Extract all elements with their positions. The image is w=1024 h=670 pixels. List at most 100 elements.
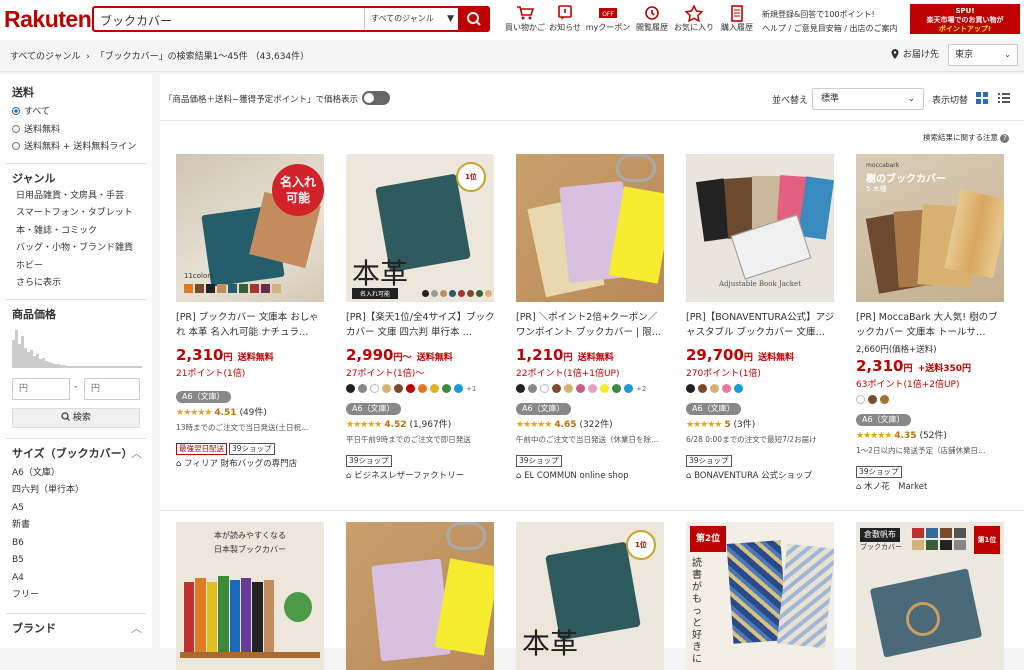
header-coupon[interactable]: OFF myクーポン xyxy=(585,4,631,33)
sort-select[interactable]: 標準 ⌄ xyxy=(812,88,924,110)
size-item[interactable]: B6 xyxy=(0,535,152,553)
size-item[interactable]: 四六判（単行本） xyxy=(0,482,152,500)
color-dot[interactable] xyxy=(576,384,585,393)
genre-item[interactable]: ホビー xyxy=(0,258,152,276)
color-dot[interactable] xyxy=(418,384,427,393)
size-pill[interactable]: A6（文庫） xyxy=(346,403,401,415)
header-history[interactable]: 閲覧履歴 xyxy=(629,4,675,33)
product-image[interactable]: 1位 本革 名入れ可能 xyxy=(346,154,494,302)
color-dot[interactable] xyxy=(710,384,719,393)
product-rating[interactable]: ★★★★★ 5 (3件) xyxy=(686,418,836,433)
color-dot[interactable] xyxy=(600,384,609,393)
color-dot[interactable] xyxy=(722,384,731,393)
color-dot[interactable] xyxy=(406,384,415,393)
color-dot[interactable] xyxy=(734,384,743,393)
shop-link[interactable]: ⌂ EL COMMUN online shop xyxy=(516,469,666,483)
product-title[interactable]: [PR]【楽天1位/全4サイズ】ブックカバー 文庫 四六判 単行本 … xyxy=(346,310,496,342)
product-image[interactable]: 名入れ 可能 11colors xyxy=(176,154,324,302)
product-title[interactable]: [PR] MoccaBark 大人気! 樹のブックカバー 文庫本 トールサ… xyxy=(856,310,1006,342)
genre-item[interactable]: バッグ・小物・ブランド雑貨 xyxy=(0,240,152,258)
header-favorite[interactable]: お気に入り xyxy=(671,4,717,33)
color-dot[interactable] xyxy=(528,384,537,393)
genre-item[interactable]: スマートフォン・タブレット xyxy=(0,205,152,223)
radio-selected[interactable] xyxy=(12,107,20,115)
product-title[interactable]: [PR] ブックカバー 文庫本 おしゃれ 本革 名入れ可能 ナチュラ… xyxy=(176,310,326,342)
shop-link[interactable]: ⌂ フィリア 財布バッグの専門店 xyxy=(176,457,326,471)
size-item[interactable]: A4 xyxy=(0,570,152,588)
size-filter-header[interactable]: サイズ（ブックカバー） ︿ xyxy=(0,445,152,461)
color-dot[interactable] xyxy=(624,384,633,393)
brand-filter-header[interactable]: ブランド ︿ xyxy=(0,620,152,636)
color-dot[interactable] xyxy=(454,384,463,393)
search-notice-link[interactable]: 検索結果に関する注意 ? xyxy=(923,132,1010,143)
color-dot[interactable] xyxy=(552,384,561,393)
product-rating[interactable]: ★★★★★ 4.65 (322件) xyxy=(516,418,666,433)
genre-item[interactable]: 日用品雑貨・文房具・手芸 xyxy=(0,188,152,206)
color-dot[interactable] xyxy=(358,384,367,393)
genre-item[interactable]: 本・雑誌・コミック xyxy=(0,223,152,241)
grid-view-icon[interactable] xyxy=(976,92,988,104)
color-dot[interactable] xyxy=(370,384,379,393)
size-pill[interactable]: A6（文庫） xyxy=(686,403,741,415)
shipping-option-all[interactable]: すべて xyxy=(0,104,152,122)
more-colors[interactable]: +2 xyxy=(636,385,646,393)
product-rating[interactable]: ★★★★★ 4.51 (49件) xyxy=(176,406,326,421)
color-dot[interactable] xyxy=(346,384,355,393)
price-max-input[interactable] xyxy=(84,377,140,400)
color-dot[interactable] xyxy=(442,384,451,393)
color-dot[interactable] xyxy=(868,395,877,404)
color-dot[interactable] xyxy=(430,384,439,393)
header-notice[interactable]: お知らせ xyxy=(542,4,588,33)
shop-link[interactable]: ⌂ BONAVENTURA 公式ショップ xyxy=(686,469,836,483)
color-dot[interactable] xyxy=(540,384,549,393)
color-dot[interactable] xyxy=(686,384,695,393)
product-rating[interactable]: ★★★★★ 4.52 (1,967件) xyxy=(346,418,496,433)
color-dot[interactable] xyxy=(394,384,403,393)
color-dot[interactable] xyxy=(588,384,597,393)
size-item[interactable]: A6（文庫） xyxy=(0,465,152,483)
shop-link[interactable]: ⌂ 木ノ花 Market xyxy=(856,480,1006,494)
product-image[interactable]: Adjustable Book Jacket xyxy=(686,154,834,302)
price-search-button[interactable]: 検索 xyxy=(12,407,140,428)
product-rating[interactable]: ★★★★★ 4.35 (52件) xyxy=(856,429,1006,444)
product-title[interactable]: [PR]【BONAVENTURA公式】アジャスタブル ブックカバー 文庫… xyxy=(686,310,836,342)
color-dot[interactable] xyxy=(880,395,889,404)
product-card[interactable]: 1位 本革 名入れ可能 [PR]【楽天1位/全4サイズ】ブックカバー 文庫 四六… xyxy=(346,154,496,483)
product-card[interactable]: Adjustable Book Jacket [PR]【BONAVENTURA公… xyxy=(686,154,836,483)
header-purchase-history[interactable]: 購入履歴 xyxy=(714,4,760,33)
city-select[interactable]: 東京 ⌄ xyxy=(948,44,1018,66)
help-links[interactable]: ヘルプ / ご意見目安箱 / 出店のご案内 xyxy=(762,22,898,36)
color-dot[interactable] xyxy=(382,384,391,393)
spu-banner[interactable]: SPU! 楽天市場でのお買い物が ポイントアップ! xyxy=(910,4,1020,34)
product-card[interactable]: moccabark 樹のブックカバー 5 木種 [PR] MoccaBark 大… xyxy=(856,154,1006,494)
size-item[interactable]: フリー xyxy=(0,587,152,605)
genre-select[interactable]: すべてのジャンル ▼ xyxy=(364,8,460,30)
product-card[interactable]: 名入れ 可能 11colors [PR] ブックカバー 文庫本 おしゃれ 本革 … xyxy=(176,154,326,471)
search-input[interactable] xyxy=(100,11,360,29)
size-pill[interactable]: A6（文庫） xyxy=(856,414,911,426)
shop-link[interactable]: ⌂ ビジネスレザーファクトリー xyxy=(346,469,496,483)
radio[interactable] xyxy=(12,142,20,150)
size-item[interactable]: A5 xyxy=(0,500,152,518)
radio[interactable] xyxy=(12,124,20,133)
size-pill[interactable]: A6（文庫） xyxy=(516,403,571,415)
size-item[interactable]: B5 xyxy=(0,552,152,570)
shipping-option-free[interactable]: 送料無料 xyxy=(0,122,152,140)
product-image[interactable] xyxy=(516,154,664,302)
more-colors[interactable]: +1 xyxy=(466,385,476,393)
signup-link[interactable]: 新規登録&回答で100ポイント! xyxy=(762,8,898,22)
color-dot[interactable] xyxy=(612,384,621,393)
size-item[interactable]: 新書 xyxy=(0,517,152,535)
search-button[interactable] xyxy=(458,6,490,32)
list-view-icon[interactable] xyxy=(998,92,1010,104)
color-dot[interactable] xyxy=(564,384,573,393)
color-dot[interactable] xyxy=(516,384,525,393)
product-image[interactable]: moccabark 樹のブックカバー 5 木種 xyxy=(856,154,1004,302)
product-title[interactable]: [PR] ＼ポイント2倍+クーポン／ワンポイント ブックカバー | 限… xyxy=(516,310,666,342)
genre-show-more[interactable]: さらに表示 xyxy=(0,275,152,293)
size-pill[interactable]: A6（文庫） xyxy=(176,391,231,403)
color-dot[interactable] xyxy=(856,395,865,404)
color-dot[interactable] xyxy=(698,384,707,393)
shipping-option-free-line[interactable]: 送料無料 + 送料無料ライン xyxy=(0,139,152,157)
price-display-toggle[interactable] xyxy=(362,91,391,105)
